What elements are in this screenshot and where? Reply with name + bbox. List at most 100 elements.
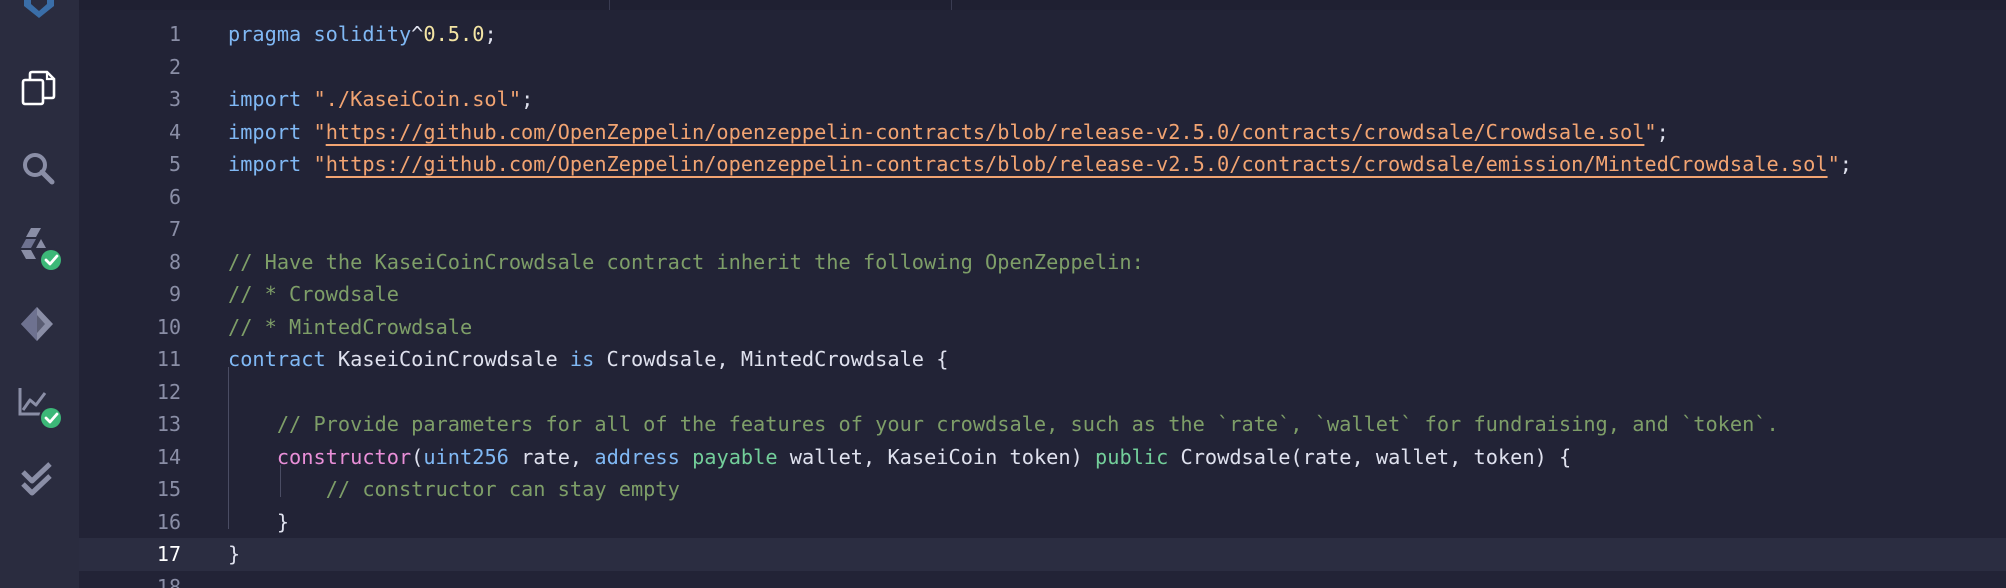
line-number: 7 [168,217,181,241]
analysis-icon[interactable] [17,384,61,430]
indent-guide [280,465,281,497]
code-text: // Provide parameters for all of the fea… [228,408,1779,441]
remix-ide: 18 17} 16 } 15 // constructor can stay empt… [0,0,2006,588]
code-token: Crowdsale, MintedCrowdsale { [594,347,949,371]
code-text: // constructor can stay empty [228,473,680,506]
code-line[interactable]: 12 [79,376,2006,409]
test-icon[interactable] [17,460,61,504]
code-text: // * MintedCrowdsale [228,311,472,344]
deploy-run-icon[interactable] [17,303,61,347]
import-url-link[interactable]: https://github.com/OpenZeppelin/openzepp… [326,152,1828,176]
code-token: " [1644,119,1657,144]
code-text: import "https://github.com/OpenZeppelin/… [228,116,1669,149]
code-line[interactable]: 15 // constructor can stay empty [79,473,2006,506]
code-line[interactable]: 17} [79,538,2006,571]
code-line[interactable]: 8 // Have the KaseiCoinCrowdsale contract… [79,246,2006,279]
indent-guide [228,367,229,529]
code-token: ; [521,87,534,111]
line-number: 4 [168,119,181,144]
code-token: // * Crowdsale [228,282,399,306]
code-line[interactable]: 9 // * Crowdsale [79,278,2006,311]
code-token: KaseiCoinCrowdsale [325,347,570,371]
code-token: // constructor can stay empty [325,477,680,501]
code-line[interactable]: 5 import "https://github.com/OpenZeppelin… [79,148,2006,181]
code-token: rate, [508,444,595,469]
code-text: constructor(uint256 rate, address payabl… [228,441,1571,474]
line-number: 17 [156,542,181,566]
tab-divider [951,0,952,10]
code-token: " [301,152,326,176]
code-line[interactable]: 7 [79,213,2006,246]
line-number: 10 [156,314,181,339]
code-text: import "https://github.com/OpenZeppelin/… [228,148,1852,181]
line-number: 1 [168,22,181,46]
code-token: contract [228,347,326,371]
line-number: 12 [156,379,181,404]
code-token: ^ [411,22,424,46]
code-line[interactable]: 16 } [79,506,2006,539]
tab-divider [609,0,610,10]
code-token: } [228,509,290,534]
code-token: " [1827,152,1840,176]
code-token: public [1095,444,1169,469]
code-line[interactable]: 18 [79,571,2006,588]
code-line[interactable]: 6 [79,181,2006,214]
code-token: import [228,152,302,176]
code-token: "./KaseiCoin.sol" [301,87,522,111]
code-token: } [228,542,241,566]
code-line[interactable]: 2 [79,51,2006,84]
line-number: 6 [168,184,181,209]
code-text: import "./KaseiCoin.sol"; [228,83,533,116]
line-number: 18 [156,574,181,588]
code-text: } [228,538,240,571]
line-number: 13 [156,412,181,436]
code-token: wallet, KaseiCoin token) [777,444,1096,469]
code-line[interactable]: 10 // * MintedCrowdsale [79,311,2006,344]
line-number: 8 [168,249,181,274]
code-token: ; [1839,152,1852,176]
code-line[interactable]: 1 pragma solidity^0.5.0; [79,18,2006,51]
line-number: 2 [168,54,181,79]
solidity-compiler-icon[interactable] [17,226,61,272]
code-token: pragma solidity [228,22,412,46]
code-token: " [301,119,326,144]
code-editor[interactable]: 18 17} 16 } 15 // constructor can stay empt… [79,10,2006,588]
code-token: // * MintedCrowdsale [228,314,473,339]
code-token: uint256 [423,444,509,469]
code-line[interactable]: 3 import "./KaseiCoin.sol"; [79,83,2006,116]
code-text: pragma solidity^0.5.0; [228,18,497,51]
code-token: is [569,347,595,371]
code-text: // * Crowdsale [228,278,399,311]
line-number: 9 [168,282,181,306]
line-number: 11 [156,347,181,371]
code-line[interactable]: 14 constructor(uint256 rate, address pay… [79,441,2006,474]
code-text: } [228,506,289,539]
line-number: 3 [168,87,181,111]
code-token: 0.5.0 [423,22,485,46]
code-line[interactable]: 4 import "https://github.com/OpenZeppelin… [79,116,2006,149]
code-token: address [594,444,680,469]
tab-bar-strip [79,0,2006,10]
code-token: Crowdsale(rate, wallet, token) { [1168,444,1572,469]
line-number: 15 [156,477,181,501]
line-number: 14 [156,444,181,469]
remix-logo-icon[interactable] [20,0,58,24]
code-token: payable [692,444,778,469]
line-number: 16 [156,509,181,534]
code-line[interactable]: 11 contract KaseiCoinCrowdsale is Crowdsa… [79,343,2006,376]
code-token: ; [484,22,497,46]
code-token: ; [1656,119,1669,144]
import-url-link[interactable]: https://github.com/OpenZeppelin/openzepp… [326,120,1645,144]
code-line[interactable]: 13 // Provide parameters for all of the … [79,408,2006,441]
file-explorer-icon[interactable] [17,66,61,110]
code-text: contract KaseiCoinCrowdsale is Crowdsale… [228,343,948,376]
code-token: import [228,87,302,111]
code-token: constructor [276,444,412,469]
code-token: // Provide parameters for all of the fea… [276,412,1779,436]
search-icon[interactable] [17,147,61,191]
code-token: // Have the KaseiCoinCrowdsale contract … [228,249,1144,274]
